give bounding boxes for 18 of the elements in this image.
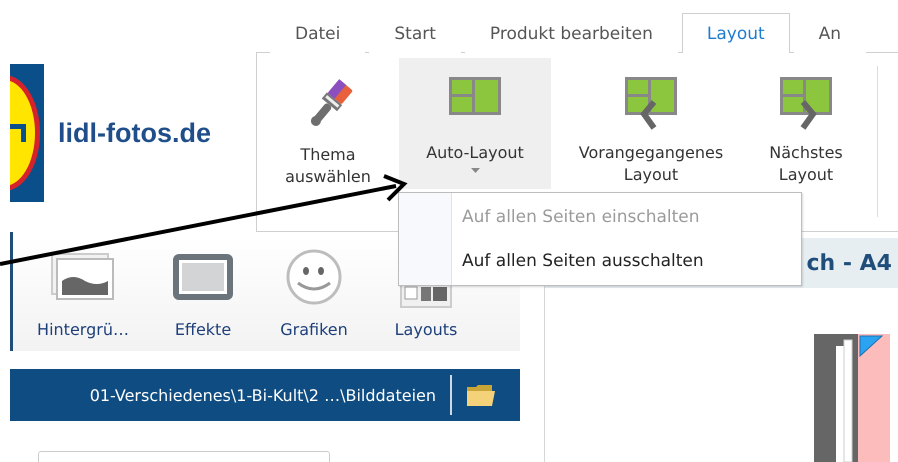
caret-icon [470, 168, 480, 173]
tool-button[interactable]: Effekte [155, 240, 251, 339]
ribbon-button[interactable]: Thema auswählen [257, 58, 399, 223]
ribbon-tab[interactable]: Layout [682, 13, 790, 53]
tool-button[interactable]: Grafiken [261, 240, 367, 339]
folder-icon[interactable] [466, 383, 496, 408]
ribbon-button[interactable]: Auto-Layout [399, 58, 551, 189]
layout-back-icon [624, 76, 678, 132]
smiley-icon [286, 249, 342, 305]
tool-button[interactable]: Hintergrü… [21, 240, 145, 339]
input-field[interactable] [38, 451, 330, 462]
logo-text: lidl-fotos.de [58, 118, 211, 148]
project-title: ch - A4 [806, 250, 892, 276]
folder-path: 01-Verschiedenes\1-Bi-Kult\2 …\Bilddateien [90, 386, 436, 405]
layout-forward-icon [779, 76, 833, 132]
landscape-image-icon [51, 253, 115, 301]
menu-item[interactable]: Auf allen Seiten ausschalten [452, 251, 801, 271]
picture-frame-icon [171, 252, 235, 302]
